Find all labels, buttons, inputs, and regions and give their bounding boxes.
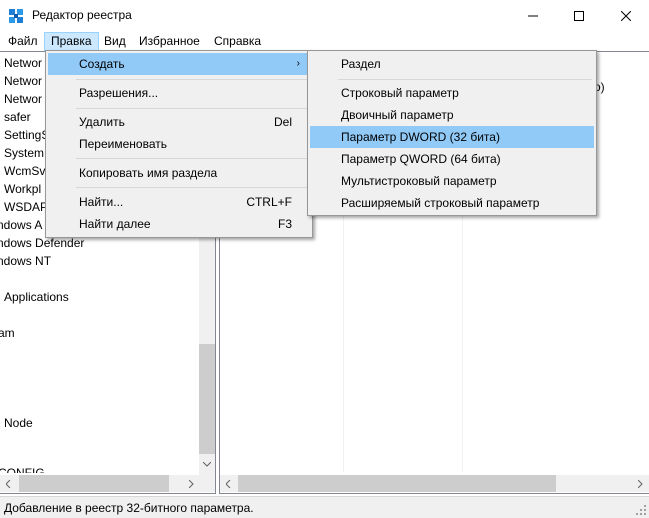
status-bar: Добавление в реестр 32-битного параметра… xyxy=(0,496,649,518)
tree-item[interactable]: Applications xyxy=(4,288,69,306)
menu-separator xyxy=(338,79,592,80)
menu-separator xyxy=(76,79,308,80)
menu-item-create[interactable]: Создать › xyxy=(48,53,310,75)
menu-item-label: Переименовать xyxy=(79,137,167,151)
menu-item-label: Раздел xyxy=(341,57,381,71)
close-icon xyxy=(621,10,631,21)
menu-help[interactable]: Справка xyxy=(208,32,267,51)
scroll-left-arrow-icon[interactable] xyxy=(0,475,17,492)
scroll-right-arrow-icon[interactable] xyxy=(183,475,200,492)
resize-grip-icon[interactable] xyxy=(635,504,647,516)
menu-item-shortcut: CTRL+F xyxy=(246,195,292,209)
tree-item[interactable]: WcmSv xyxy=(4,162,45,180)
menu-favorites[interactable]: Избранное xyxy=(133,32,206,51)
scroll-down-arrow-icon[interactable] xyxy=(199,456,215,473)
tree-item[interactable]: SettingS xyxy=(4,126,49,144)
tree-item[interactable]: ndows NT xyxy=(0,252,51,270)
values-horizontal-scrollbar[interactable] xyxy=(220,475,649,492)
tree-item[interactable]: Workpl xyxy=(4,180,41,198)
tree-horizontal-scrollbar[interactable] xyxy=(17,475,199,492)
menu-item-label: Параметр QWORD (64 бита) xyxy=(341,152,501,166)
values-hscroll-thumb[interactable] xyxy=(238,475,556,492)
tree-item[interactable]: Node xyxy=(4,414,33,432)
menu-item-label: Расширяемый строковый параметр xyxy=(341,196,540,210)
window-title: Редактор реестра xyxy=(32,8,132,22)
menu-item-label: Найти... xyxy=(79,195,124,209)
tree-item[interactable]: Networ xyxy=(4,54,42,72)
scroll-right-arrow-icon[interactable] xyxy=(632,475,649,492)
menu-edit[interactable]: Правка xyxy=(44,32,99,51)
menu-item-find-next[interactable]: Найти далее F3 xyxy=(48,213,310,235)
scroll-left-arrow-icon[interactable] xyxy=(220,475,237,492)
tree-item[interactable]: safer xyxy=(4,108,31,126)
edit-menu-dropdown: Создать › Разрешения... Удалить Del Пере… xyxy=(45,50,313,238)
menu-item-label: Создать xyxy=(79,57,125,71)
submenu-item-qword-value[interactable]: Параметр QWORD (64 бита) xyxy=(310,148,594,170)
registry-editor-icon xyxy=(9,9,23,23)
menu-bar: Файл Правка Вид Избранное Справка xyxy=(0,31,649,51)
submenu-item-expandable-string-value[interactable]: Расширяемый строковый параметр xyxy=(310,192,594,214)
menu-item-label: Удалить xyxy=(79,115,125,129)
menu-item-permissions[interactable]: Разрешения... xyxy=(48,82,310,104)
create-submenu: Раздел Строковый параметр Двоичный парам… xyxy=(307,50,597,216)
menu-item-label: Двоичный параметр xyxy=(341,108,454,122)
menu-item-label: Строковый параметр xyxy=(341,86,459,100)
submenu-arrow-icon: › xyxy=(296,58,300,69)
title-bar[interactable]: Редактор реестра xyxy=(0,0,649,31)
submenu-item-multi-string-value[interactable]: Мультистроковый параметр xyxy=(310,170,594,192)
submenu-item-string-value[interactable]: Строковый параметр xyxy=(310,82,594,104)
close-button[interactable] xyxy=(603,0,649,31)
menu-item-label: Параметр DWORD (32 бита) xyxy=(341,130,500,144)
menu-item-shortcut: F3 xyxy=(277,217,292,231)
menu-item-label: Разрешения... xyxy=(79,86,159,100)
menu-item-copy-key-name[interactable]: Копировать имя раздела xyxy=(48,162,310,184)
menu-item-delete[interactable]: Удалить Del xyxy=(48,111,310,133)
minimize-button[interactable] xyxy=(510,0,556,31)
menu-separator xyxy=(76,108,308,109)
tree-item[interactable]: CONFIG xyxy=(0,464,45,473)
submenu-item-key[interactable]: Раздел xyxy=(310,53,594,75)
tree-item[interactable]: System xyxy=(4,144,44,162)
tree-item[interactable]: Networ xyxy=(4,72,42,90)
menu-separator xyxy=(76,158,308,159)
tree-item[interactable]: am xyxy=(0,324,15,342)
tree-item[interactable]: ndows A xyxy=(0,216,42,234)
menu-item-rename[interactable]: Переименовать xyxy=(48,133,310,155)
menu-item-find[interactable]: Найти... CTRL+F xyxy=(48,191,310,213)
tree-scroll-thumb[interactable] xyxy=(199,344,215,454)
maximize-icon xyxy=(574,10,584,21)
tree-hscroll-thumb[interactable] xyxy=(19,475,169,492)
menu-item-label: Мультистроковый параметр xyxy=(341,174,497,188)
submenu-item-binary-value[interactable]: Двоичный параметр xyxy=(310,104,594,126)
menu-item-label: Найти далее xyxy=(79,217,151,231)
menu-file[interactable]: Файл xyxy=(2,32,44,51)
menu-item-shortcut: Del xyxy=(273,115,292,129)
tree-item[interactable]: WSDAP xyxy=(4,198,48,216)
menu-item-label: Копировать имя раздела xyxy=(79,166,218,180)
maximize-button[interactable] xyxy=(556,0,602,31)
submenu-item-dword-value[interactable]: Параметр DWORD (32 бита) xyxy=(310,126,594,148)
minimize-icon xyxy=(528,15,538,16)
menu-separator xyxy=(76,187,308,188)
menu-view[interactable]: Вид xyxy=(98,32,132,51)
status-text: Добавление в реестр 32-битного параметра… xyxy=(4,501,254,515)
tree-item[interactable]: Networ xyxy=(4,90,42,108)
